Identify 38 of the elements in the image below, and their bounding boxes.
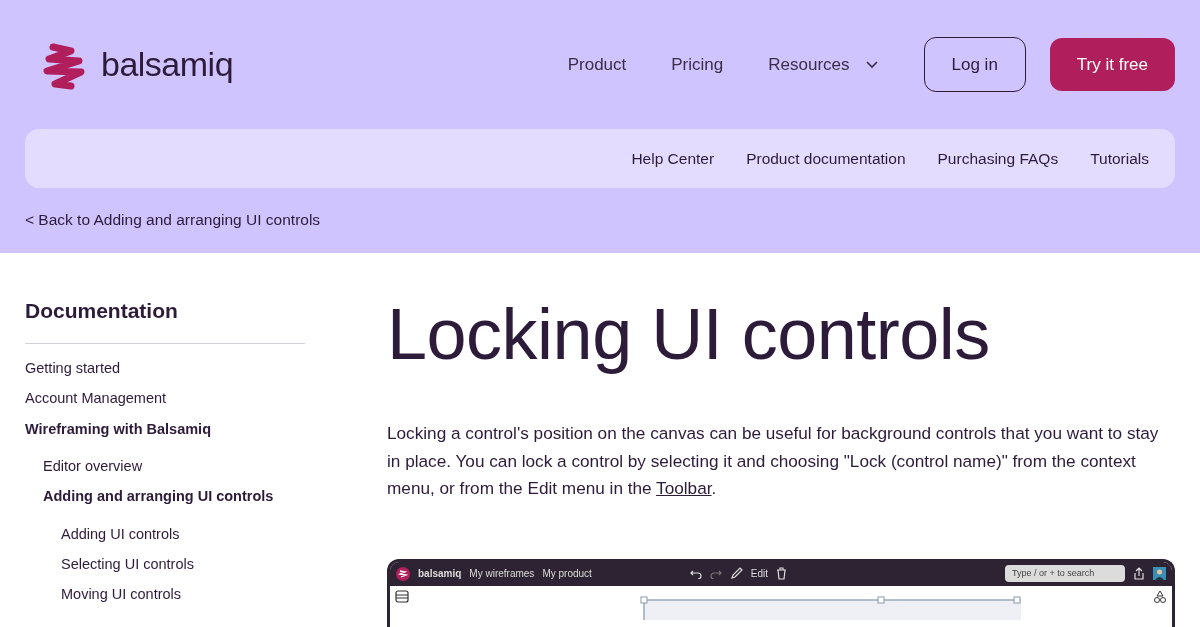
avatar-icon[interactable] [1153, 567, 1166, 581]
nav-link[interactable]: Pricing [671, 51, 724, 78]
sub-nav-link[interactable]: Help Center [631, 146, 715, 171]
nav-link[interactable]: Product [567, 51, 627, 78]
brand-name: balsamiq [101, 44, 234, 85]
sidebar-item[interactable]: Adding UI controls [25, 525, 305, 544]
sidebar-item[interactable]: Editor overview [25, 457, 305, 476]
try-free-button[interactable]: Try it free [1049, 37, 1175, 92]
sub-nav-link[interactable]: Product documentation [746, 146, 906, 171]
sidebar-item[interactable]: Getting started [25, 359, 305, 378]
pencil-icon[interactable] [729, 567, 743, 581]
sidebar-item[interactable]: Account Management [25, 390, 305, 408]
sidebar-title: Documentation [25, 295, 305, 344]
edit-menu[interactable]: Edit [750, 566, 769, 582]
nav-link[interactable]: Resources [768, 51, 878, 78]
trash-icon[interactable] [776, 567, 788, 581]
undo-icon[interactable] [689, 568, 702, 579]
sub-nav-link[interactable]: Purchasing FAQs [937, 146, 1059, 171]
logo-icon [396, 566, 410, 581]
sidebar-item[interactable]: Adding and arranging UI controls [25, 488, 305, 506]
app-brand: balsamiq [418, 567, 462, 582]
login-button[interactable]: Log in [923, 36, 1026, 93]
sidebar-item[interactable]: Moving UI controls [25, 586, 305, 604]
sub-nav-link[interactable]: Tutorials [1090, 146, 1149, 171]
redo-icon[interactable] [709, 568, 722, 579]
chevron-down-icon [865, 60, 878, 69]
back-link[interactable]: < Back to Adding and arranging UI controls [25, 188, 321, 254]
app-menu[interactable]: My wireframes [469, 566, 535, 582]
sidebar-item[interactable]: Wireframing with Balsamiq [25, 420, 305, 438]
app-menu[interactable]: My product [542, 566, 592, 582]
search-field[interactable]: Type / or + to search [1005, 564, 1125, 583]
toolbar-link[interactable]: Toolbar [656, 478, 712, 499]
sidebar-item[interactable]: Selecting UI controls [25, 556, 305, 574]
layers-icon[interactable] [395, 589, 409, 603]
intro-paragraph: Locking a control's position on the canvas can be useful for background controls that you want to stay in place. You can lock a control by selecting it and choosing "Lock (control name)" from the context menu, or from the Edit menu in the Toolbar. [387, 422, 1160, 501]
share-icon[interactable] [1133, 567, 1145, 581]
page-title: Locking UI controls [387, 293, 991, 377]
shapes-icon[interactable] [1153, 589, 1167, 604]
